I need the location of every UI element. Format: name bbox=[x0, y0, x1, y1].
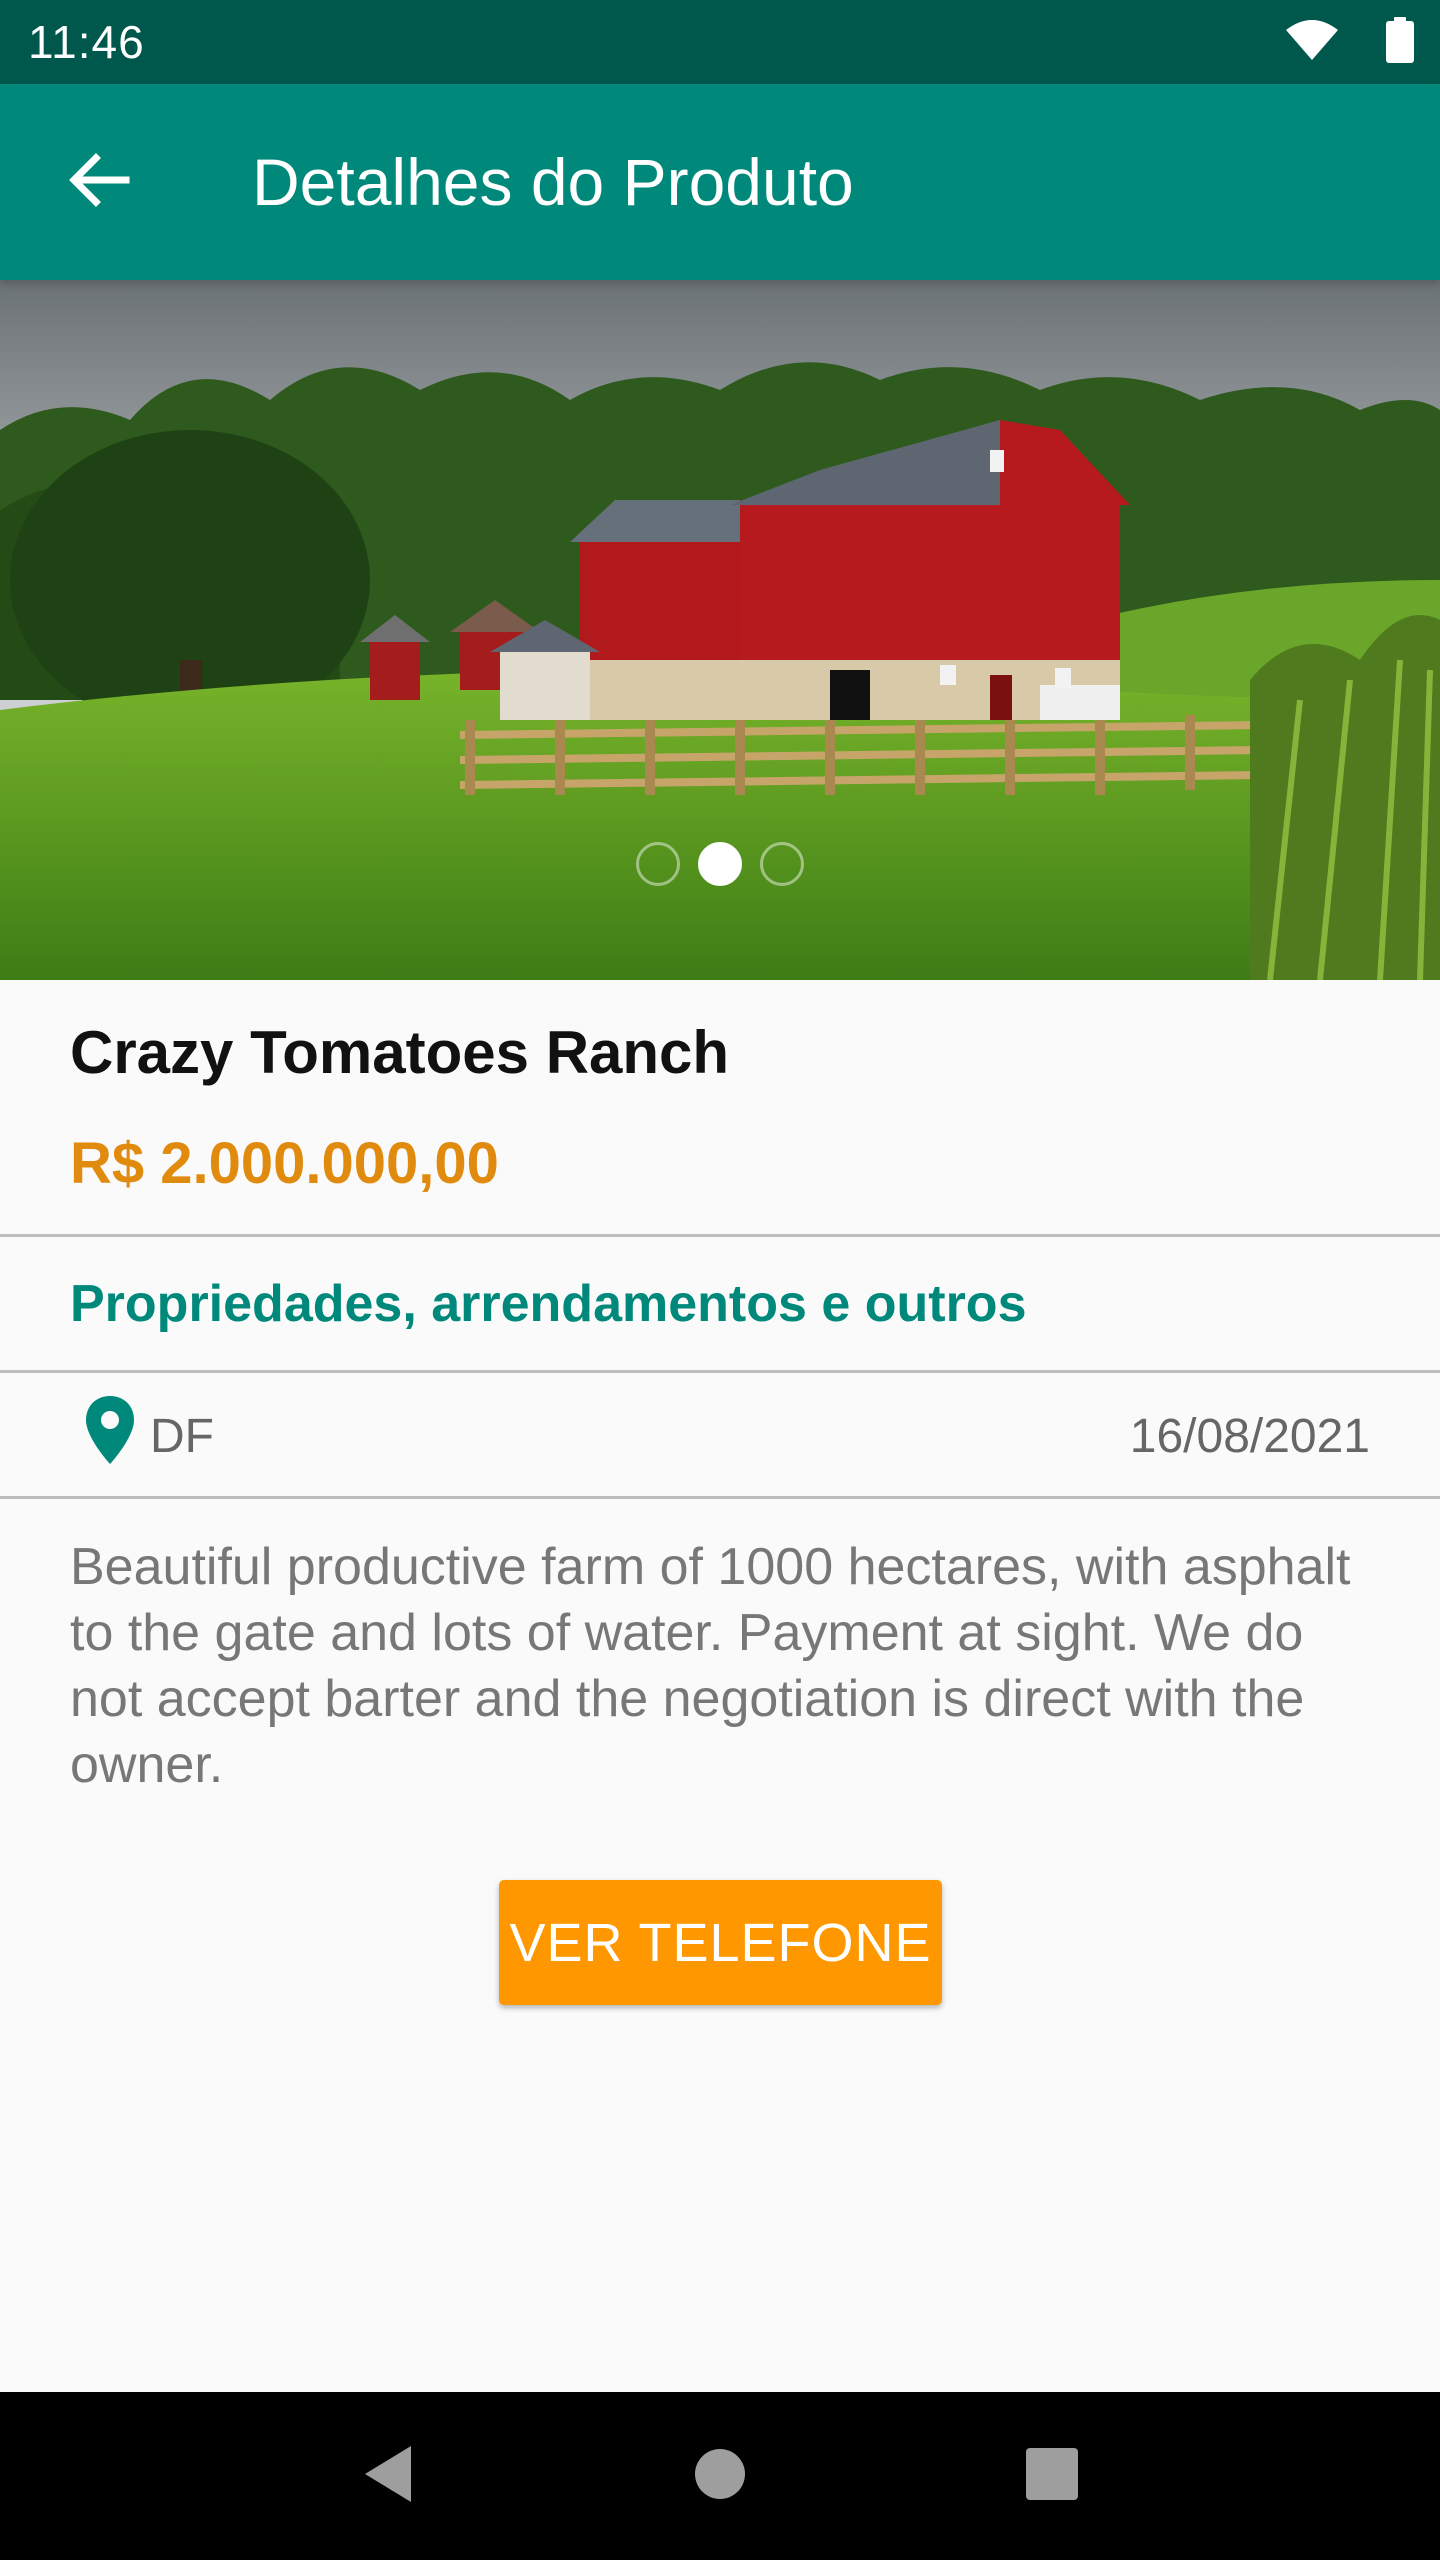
nav-home-button[interactable] bbox=[680, 2436, 760, 2516]
square-recents-icon bbox=[1026, 2447, 1078, 2505]
status-time: 11:46 bbox=[28, 16, 145, 68]
product-meta: DF 16/08/2021 bbox=[0, 1374, 1440, 1498]
page-title: Detalhes do Produto bbox=[252, 145, 854, 219]
nav-recents-button[interactable] bbox=[1012, 2436, 1092, 2516]
location-pin-icon bbox=[84, 1394, 136, 1478]
status-bar: 11:46 bbox=[0, 0, 1440, 84]
location: DF bbox=[84, 1394, 214, 1478]
divider bbox=[0, 1370, 1440, 1373]
arrow-back-icon bbox=[66, 150, 130, 215]
carousel-dot[interactable] bbox=[636, 842, 680, 886]
carousel-dot[interactable] bbox=[760, 842, 804, 886]
circle-home-icon bbox=[694, 2448, 746, 2505]
status-icons bbox=[1284, 16, 1414, 68]
post-date: 16/08/2021 bbox=[1129, 1409, 1370, 1463]
product-price: R$ 2.000.000,00 bbox=[70, 1131, 499, 1196]
nav-back-button[interactable] bbox=[348, 2436, 428, 2516]
wifi-icon bbox=[1284, 18, 1340, 67]
carousel-indicators bbox=[0, 842, 1440, 890]
battery-icon bbox=[1386, 16, 1414, 68]
product-title: Crazy Tomatoes Ranch bbox=[70, 1019, 730, 1086]
location-label: DF bbox=[150, 1409, 214, 1463]
carousel-dot-active[interactable] bbox=[698, 842, 742, 886]
divider bbox=[0, 1496, 1440, 1499]
back-button[interactable] bbox=[48, 132, 148, 232]
app-bar: Detalhes do Produto bbox=[0, 84, 1440, 280]
view-phone-button[interactable]: VER TELEFONE bbox=[499, 1880, 942, 2005]
triangle-back-icon bbox=[361, 2444, 415, 2509]
product-category: Propriedades, arrendamentos e outros bbox=[70, 1275, 1027, 1333]
product-description: Beautiful productive farm of 1000 hectar… bbox=[70, 1538, 1351, 1794]
divider bbox=[0, 1234, 1440, 1237]
system-nav-bar bbox=[0, 2392, 1440, 2560]
